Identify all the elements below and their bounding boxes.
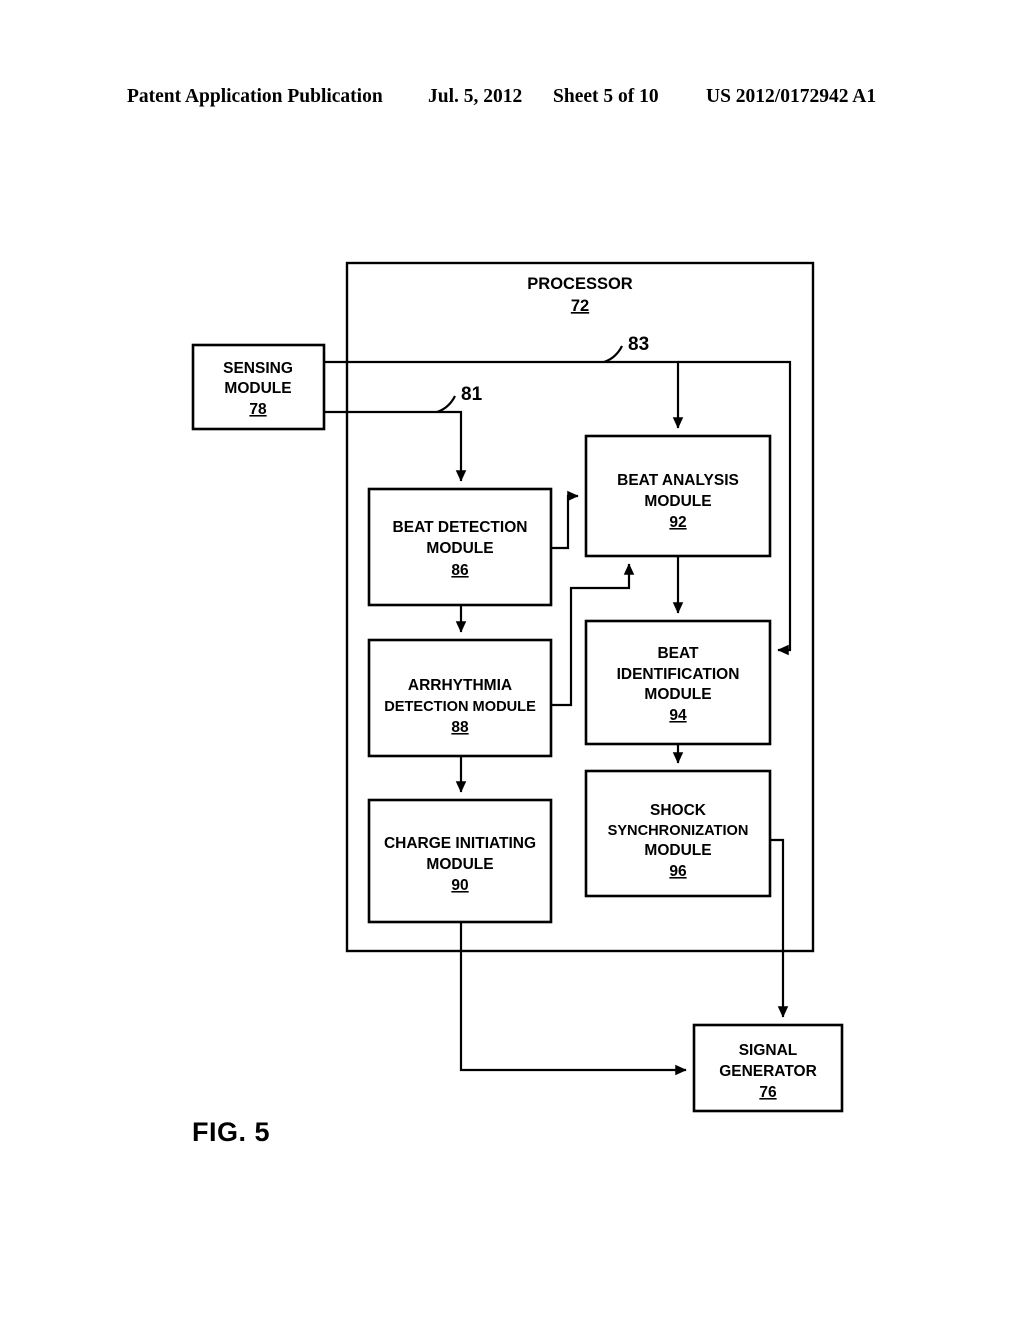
charge-initiating-module-ref: 90 <box>451 877 468 894</box>
beat-analysis-module-line-1: BEAT ANALYSIS <box>617 472 739 489</box>
arrhythmia-detection-module-line-2: DETECTION MODULE <box>384 699 536 715</box>
arrhythmia-detection-module-box <box>367 638 553 758</box>
connector-sensing-to-beat-detection <box>324 410 467 482</box>
beat-analysis-module-ref: 92 <box>669 514 686 531</box>
beat-detection-module-line-2: MODULE <box>426 540 493 557</box>
signal-generator-ref: 76 <box>759 1084 777 1101</box>
block-arrhythmia-detection-module[interactable]: ARRHYTHMIA DETECTION MODULE 88 <box>367 638 553 758</box>
block-shock-synchronization-module[interactable]: SHOCK SYNCHRONIZATION MODULE 96 <box>584 769 772 898</box>
sensing-module-line-1: SENSING <box>223 360 293 377</box>
beat-identification-module-ref: 94 <box>669 707 687 724</box>
connector-shock-sync-to-signal-generator <box>770 838 789 1018</box>
arrhythmia-detection-module-line-1: ARRHYTHMIA <box>408 677 512 694</box>
sensing-module-ref: 78 <box>249 401 267 418</box>
processor-ref: 72 <box>571 297 589 315</box>
beat-analysis-module-line-2: MODULE <box>644 493 711 510</box>
block-beat-detection-module[interactable]: BEAT DETECTION MODULE 86 <box>367 487 553 607</box>
shock-synchronization-module-line-2: SYNCHRONIZATION <box>608 823 749 839</box>
connector-sensing-to-beat-analysis <box>324 360 684 429</box>
shock-synchronization-module-line-3: MODULE <box>644 842 711 859</box>
leader-line-81 <box>436 395 456 414</box>
signal-ref-81-label: 81 <box>461 384 483 405</box>
leader-line-83 <box>603 345 623 364</box>
block-beat-identification-module[interactable]: BEAT IDENTIFICATION MODULE 94 <box>584 619 772 746</box>
shock-synchronization-module-line-1: SHOCK <box>650 802 707 819</box>
beat-identification-module-line-1: BEAT <box>657 645 699 662</box>
block-diagram: PROCESSOR 72 81 83 SENSING MODULE 78 BEA… <box>191 261 844 1113</box>
connector-beat-detection-to-beat-analysis <box>551 490 579 550</box>
charge-initiating-module-line-2: MODULE <box>426 856 493 873</box>
beat-detection-module-line-1: BEAT DETECTION <box>393 519 528 536</box>
charge-initiating-module-line-1: CHARGE INITIATING <box>384 835 536 852</box>
sensing-module-line-2: MODULE <box>224 380 291 397</box>
block-beat-analysis-module[interactable]: BEAT ANALYSIS MODULE 92 <box>584 434 772 558</box>
processor-title: PROCESSOR <box>527 275 633 293</box>
signal-generator-line-1: SIGNAL <box>739 1042 798 1059</box>
beat-identification-module-line-3: MODULE <box>644 686 711 703</box>
block-sensing-module[interactable]: SENSING MODULE 78 <box>191 343 326 431</box>
block-charge-initiating-module[interactable]: CHARGE INITIATING MODULE 90 <box>367 798 553 924</box>
connector-charge-initiating-to-signal-generator <box>459 922 687 1076</box>
figure-caption: FIG. 5 <box>192 1117 271 1147</box>
block-signal-generator[interactable]: SIGNAL GENERATOR 76 <box>692 1023 844 1113</box>
signal-generator-line-2: GENERATOR <box>719 1063 817 1080</box>
patent-figure-page: Patent Application Publication Jul. 5, 2… <box>0 0 1024 1320</box>
beat-detection-module-ref: 86 <box>451 562 469 579</box>
beat-identification-module-line-2: IDENTIFICATION <box>617 666 740 683</box>
arrhythmia-detection-module-ref: 88 <box>451 719 469 736</box>
shock-synchronization-module-ref: 96 <box>669 863 687 880</box>
signal-ref-83-label: 83 <box>628 334 649 355</box>
